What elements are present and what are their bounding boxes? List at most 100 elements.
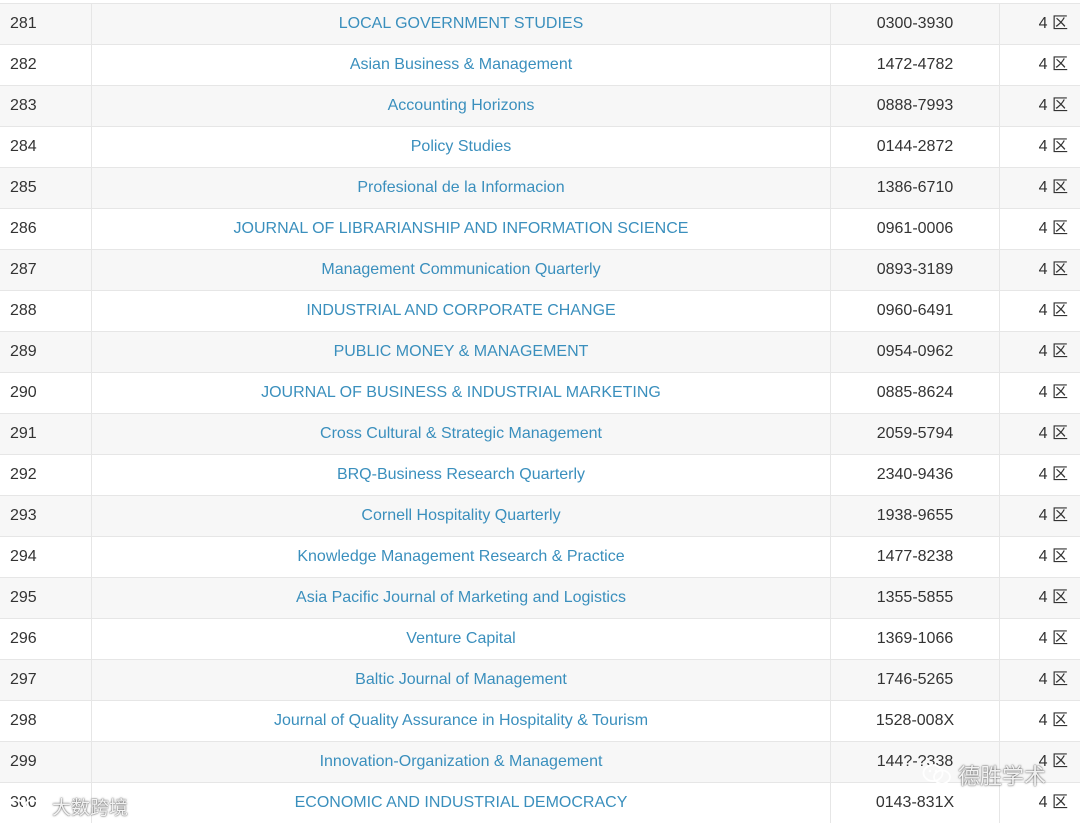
journal-title-link[interactable]: Baltic Journal of Management: [355, 671, 567, 688]
rank-cell: 289: [0, 332, 92, 373]
journal-title-link[interactable]: JOURNAL OF BUSINESS & INDUSTRIAL MARKETI…: [261, 384, 661, 401]
issn-cell: 1528-008X: [831, 701, 1000, 742]
title-cell: Venture Capital: [92, 619, 831, 660]
table-row: 286 JOURNAL OF LIBRARIANSHIP AND INFORMA…: [0, 209, 1080, 250]
rank-cell: 293: [0, 496, 92, 537]
zone-cell: 4 区: [1000, 373, 1080, 414]
title-cell: Asia Pacific Journal of Marketing and Lo…: [92, 578, 831, 619]
zone-cell: 4 区: [1000, 537, 1080, 578]
zone-cell: 4 区: [1000, 4, 1080, 45]
rank-cell: 283: [0, 86, 92, 127]
issn-cell: 1938-9655: [831, 496, 1000, 537]
zone-cell: 4 区: [1000, 86, 1080, 127]
table-row: 293 Cornell Hospitality Quarterly 1938-9…: [0, 496, 1080, 537]
journal-title-link[interactable]: Asian Business & Management: [350, 56, 572, 73]
issn-cell: 0954-0962: [831, 332, 1000, 373]
journal-title-link[interactable]: Cross Cultural & Strategic Management: [320, 425, 602, 442]
zone-cell: 4 区: [1000, 496, 1080, 537]
issn-cell: 1472-4782: [831, 45, 1000, 86]
zone-cell: 4 区: [1000, 332, 1080, 373]
issn-cell: 0888-7993: [831, 86, 1000, 127]
journal-title-link[interactable]: PUBLIC MONEY & MANAGEMENT: [334, 343, 589, 360]
title-cell: Cross Cultural & Strategic Management: [92, 414, 831, 455]
journal-table-body: 281 LOCAL GOVERNMENT STUDIES 0300-3930 4…: [0, 4, 1080, 824]
issn-cell: 1355-5855: [831, 578, 1000, 619]
issn-cell: 0961-0006: [831, 209, 1000, 250]
zone-cell: 4 区: [1000, 209, 1080, 250]
issn-cell: 1369-1066: [831, 619, 1000, 660]
journal-title-link[interactable]: Journal of Quality Assurance in Hospital…: [274, 712, 648, 729]
zone-cell: 4 区: [1000, 742, 1080, 783]
rank-cell: 300: [0, 783, 92, 824]
journal-title-link[interactable]: Asia Pacific Journal of Marketing and Lo…: [296, 589, 626, 606]
table-row: 284 Policy Studies 0144-2872 4 区: [0, 127, 1080, 168]
issn-cell: 0885-8624: [831, 373, 1000, 414]
table-row: 283 Accounting Horizons 0888-7993 4 区: [0, 86, 1080, 127]
title-cell: Baltic Journal of Management: [92, 660, 831, 701]
journal-title-link[interactable]: Profesional de la Informacion: [357, 179, 564, 196]
title-cell: Policy Studies: [92, 127, 831, 168]
rank-cell: 296: [0, 619, 92, 660]
rank-cell: 298: [0, 701, 92, 742]
journal-title-link[interactable]: ECONOMIC AND INDUSTRIAL DEMOCRACY: [295, 794, 628, 811]
issn-cell: 2059-5794: [831, 414, 1000, 455]
journal-title-link[interactable]: JOURNAL OF LIBRARIANSHIP AND INFORMATION…: [234, 220, 689, 237]
issn-cell: 1386-6710: [831, 168, 1000, 209]
rank-cell: 297: [0, 660, 92, 701]
title-cell: Management Communication Quarterly: [92, 250, 831, 291]
title-cell: Profesional de la Informacion: [92, 168, 831, 209]
rank-cell: 287: [0, 250, 92, 291]
table-row: 290 JOURNAL OF BUSINESS & INDUSTRIAL MAR…: [0, 373, 1080, 414]
journal-title-link[interactable]: Cornell Hospitality Quarterly: [361, 507, 560, 524]
journal-title-link[interactable]: INDUSTRIAL AND CORPORATE CHANGE: [306, 302, 615, 319]
zone-cell: 4 区: [1000, 291, 1080, 332]
title-cell: Accounting Horizons: [92, 86, 831, 127]
zone-cell: 4 区: [1000, 168, 1080, 209]
journal-title-link[interactable]: Venture Capital: [406, 630, 515, 647]
table-row: 297 Baltic Journal of Management 1746-52…: [0, 660, 1080, 701]
title-cell: Knowledge Management Research & Practice: [92, 537, 831, 578]
issn-cell: 144?-?338: [831, 742, 1000, 783]
issn-cell: 0143-831X: [831, 783, 1000, 824]
table-row: 288 INDUSTRIAL AND CORPORATE CHANGE 0960…: [0, 291, 1080, 332]
zone-cell: 4 区: [1000, 414, 1080, 455]
issn-cell: 1477-8238: [831, 537, 1000, 578]
table-row: 300 ECONOMIC AND INDUSTRIAL DEMOCRACY 01…: [0, 783, 1080, 824]
title-cell: Cornell Hospitality Quarterly: [92, 496, 831, 537]
journal-title-link[interactable]: Knowledge Management Research & Practice: [297, 548, 624, 565]
journal-title-link[interactable]: Policy Studies: [411, 138, 512, 155]
table-row: 287 Management Communication Quarterly 0…: [0, 250, 1080, 291]
table-row: 292 BRQ-Business Research Quarterly 2340…: [0, 455, 1080, 496]
issn-cell: 0960-6491: [831, 291, 1000, 332]
issn-cell: 0893-3189: [831, 250, 1000, 291]
rank-cell: 291: [0, 414, 92, 455]
zone-cell: 4 区: [1000, 783, 1080, 824]
rank-cell: 286: [0, 209, 92, 250]
journal-title-link[interactable]: Management Communication Quarterly: [321, 261, 600, 278]
rank-cell: 284: [0, 127, 92, 168]
table-row: 298 Journal of Quality Assurance in Hosp…: [0, 701, 1080, 742]
title-cell: Journal of Quality Assurance in Hospital…: [92, 701, 831, 742]
rank-cell: 295: [0, 578, 92, 619]
journal-title-link[interactable]: BRQ-Business Research Quarterly: [337, 466, 585, 483]
table-row: 296 Venture Capital 1369-1066 4 区: [0, 619, 1080, 660]
rank-cell: 290: [0, 373, 92, 414]
zone-cell: 4 区: [1000, 127, 1080, 168]
rank-cell: 281: [0, 4, 92, 45]
journal-title-link[interactable]: Innovation-Organization & Management: [320, 753, 603, 770]
journal-table: 281 LOCAL GOVERNMENT STUDIES 0300-3930 4…: [0, 3, 1080, 823]
journal-title-link[interactable]: LOCAL GOVERNMENT STUDIES: [339, 15, 584, 32]
title-cell: PUBLIC MONEY & MANAGEMENT: [92, 332, 831, 373]
issn-cell: 2340-9436: [831, 455, 1000, 496]
rank-cell: 294: [0, 537, 92, 578]
title-cell: Asian Business & Management: [92, 45, 831, 86]
journal-title-link[interactable]: Accounting Horizons: [388, 97, 535, 114]
table-row: 291 Cross Cultural & Strategic Managemen…: [0, 414, 1080, 455]
table-row: 289 PUBLIC MONEY & MANAGEMENT 0954-0962 …: [0, 332, 1080, 373]
table-row: 281 LOCAL GOVERNMENT STUDIES 0300-3930 4…: [0, 4, 1080, 45]
title-cell: Innovation-Organization & Management: [92, 742, 831, 783]
title-cell: ECONOMIC AND INDUSTRIAL DEMOCRACY: [92, 783, 831, 824]
table-row: 285 Profesional de la Informacion 1386-6…: [0, 168, 1080, 209]
issn-cell: 0300-3930: [831, 4, 1000, 45]
title-cell: JOURNAL OF BUSINESS & INDUSTRIAL MARKETI…: [92, 373, 831, 414]
